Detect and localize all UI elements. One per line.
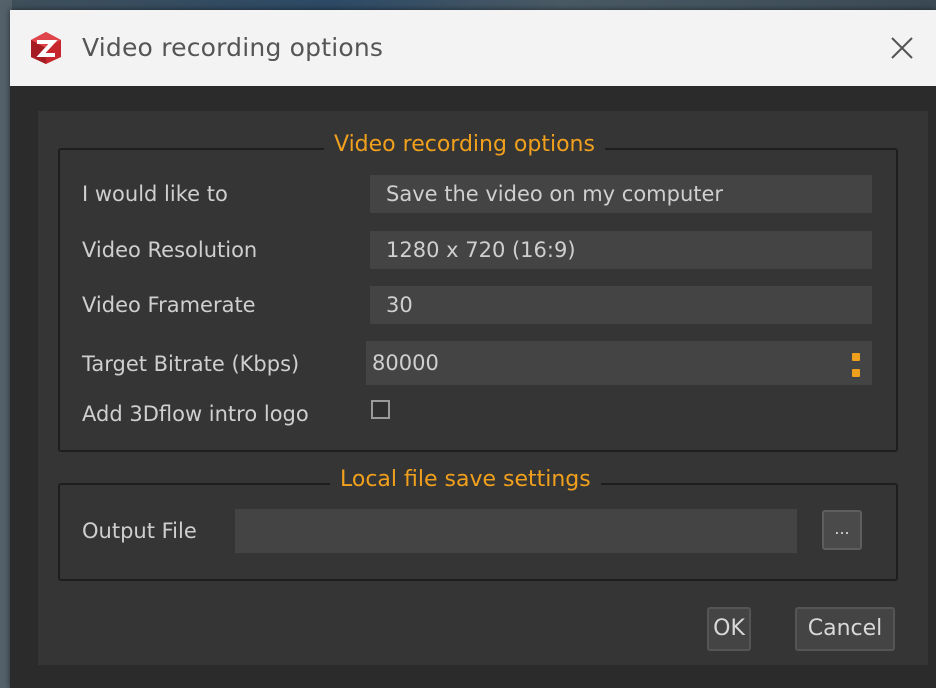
framerate-label: Video Framerate xyxy=(82,293,256,317)
recording-options-group-title: Video recording options xyxy=(324,132,605,157)
output-file-label: Output File xyxy=(82,519,197,543)
window-title: Video recording options xyxy=(82,33,384,62)
file-save-group-title: Local file save settings xyxy=(330,467,601,492)
video-recording-dialog: Video recording options Video recording … xyxy=(10,10,936,688)
file-save-group: Local file save settings Output File ... xyxy=(58,467,898,581)
bitrate-value: 80000 xyxy=(372,351,439,375)
recording-options-group: Video recording options I would like to … xyxy=(58,132,898,452)
title-bar[interactable]: Video recording options xyxy=(10,10,936,86)
resolution-select[interactable]: 1280 x 720 (16:9) xyxy=(370,231,872,269)
action-select[interactable]: Save the video on my computer xyxy=(370,175,872,213)
framerate-select[interactable]: 30 xyxy=(370,286,872,324)
action-label: I would like to xyxy=(82,182,228,206)
bitrate-spinbox[interactable]: 80000 xyxy=(366,341,872,385)
resolution-label: Video Resolution xyxy=(82,238,258,262)
cancel-button[interactable]: Cancel xyxy=(795,607,895,651)
bitrate-label: Target Bitrate (Kbps) xyxy=(82,352,300,376)
ok-button[interactable]: OK xyxy=(707,607,751,651)
intro-logo-checkbox[interactable] xyxy=(371,400,390,419)
intro-logo-label: Add 3Dflow intro logo xyxy=(82,402,309,426)
dialog-content: Video recording options I would like to … xyxy=(38,111,928,665)
browse-button[interactable]: ... xyxy=(822,510,862,550)
spin-arrows-icon[interactable] xyxy=(852,349,862,379)
3dflow-logo-icon xyxy=(28,30,64,66)
close-icon[interactable] xyxy=(878,24,926,72)
output-file-input[interactable] xyxy=(235,509,797,553)
